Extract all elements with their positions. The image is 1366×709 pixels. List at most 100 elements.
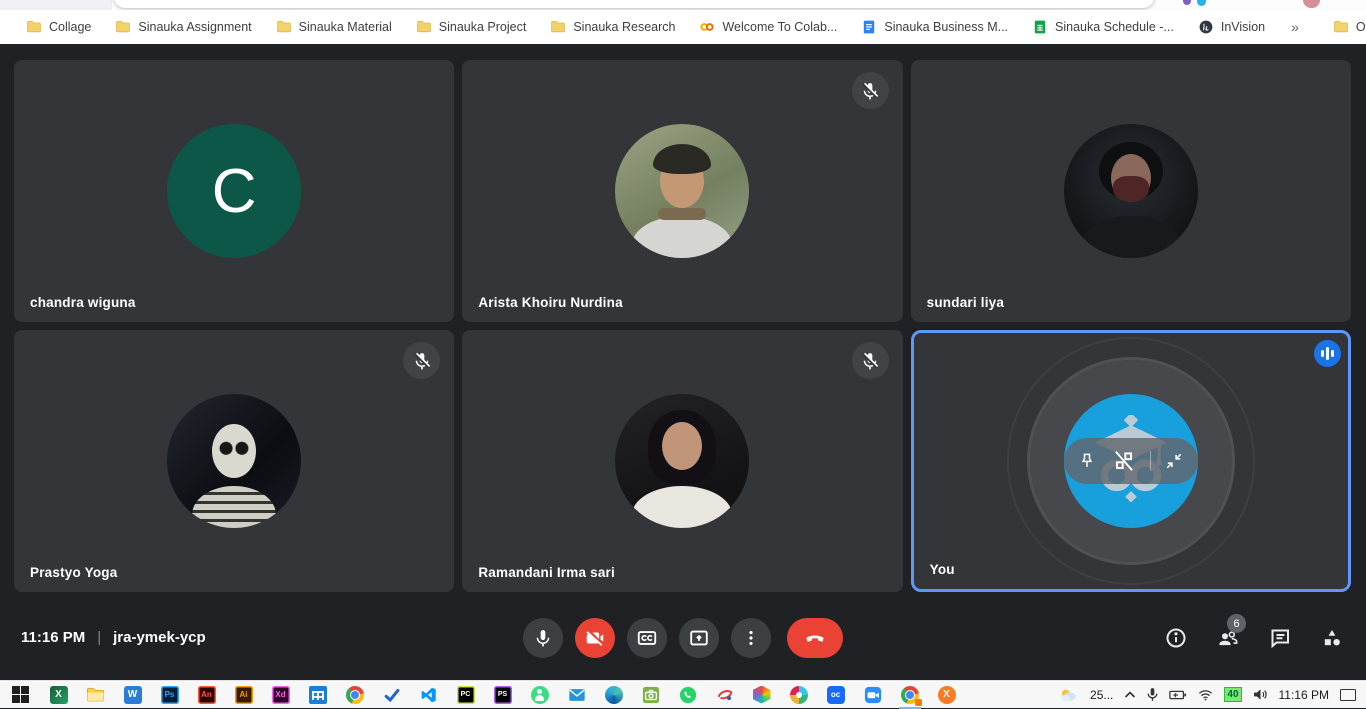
info-icon — [1164, 626, 1188, 650]
extension-icon[interactable] — [1183, 0, 1191, 5]
participant-tile-chandra[interactable]: C chandra wiguna — [14, 60, 454, 322]
taskbar-app-excel[interactable]: X — [40, 681, 77, 709]
leave-call-button[interactable] — [787, 618, 843, 658]
remove-from-grid-icon[interactable] — [1111, 448, 1137, 474]
taskbar-app-vscode[interactable] — [410, 681, 447, 709]
tray-volume-icon[interactable] — [1253, 688, 1268, 701]
taskbar-app-calendar[interactable] — [299, 681, 336, 709]
file-explorer-icon — [86, 685, 105, 704]
bookmarks-overflow-chevron[interactable]: » — [1277, 19, 1313, 35]
taskbar-app-video[interactable] — [854, 681, 891, 709]
tray-mic-icon[interactable] — [1147, 687, 1158, 702]
overlay-divider — [1150, 451, 1151, 471]
tray-chevron-up-icon[interactable] — [1124, 690, 1136, 700]
present-button[interactable] — [679, 618, 719, 658]
taskbar-app-mail[interactable] — [558, 681, 595, 709]
camera-off-button[interactable] — [575, 618, 615, 658]
taskbar-app-file-explorer[interactable] — [77, 681, 114, 709]
bookmark-sinauka-project[interactable]: Sinauka Project — [404, 14, 539, 40]
activities-button[interactable] — [1320, 626, 1344, 650]
more-options-button[interactable] — [731, 618, 771, 658]
extension-icon[interactable] — [1197, 0, 1206, 6]
bookmark-sinauka-material[interactable]: Sinauka Material — [264, 14, 404, 40]
taskbar-app-draw[interactable] — [706, 681, 743, 709]
taskbar-app-photoshop[interactable]: Ps — [151, 681, 188, 709]
chat-icon — [1268, 626, 1292, 650]
taskbar-app-android[interactable] — [521, 681, 558, 709]
participant-tile-ramandani[interactable]: Ramandani Irma sari — [462, 330, 902, 592]
windows-taskbar: X W Ps An Ai Xd PC PS — [0, 680, 1366, 708]
taskbar-app-todo[interactable] — [373, 681, 410, 709]
exit-fullscreen-icon[interactable] — [1164, 451, 1184, 471]
chrome-notification-badge — [915, 699, 922, 706]
address-bar[interactable] — [114, 0, 1154, 8]
other-bookmarks[interactable]: Other bookmarks — [1321, 14, 1366, 40]
taskbar-app-phpstorm[interactable]: PS — [484, 681, 521, 709]
avatar-wrap — [914, 333, 1348, 589]
tray-clock[interactable]: 11:16 PM — [1279, 688, 1329, 702]
battery-percent-badge[interactable]: 40 — [1224, 687, 1241, 702]
bookmark-sinauka-assignment[interactable]: Sinauka Assignment — [103, 14, 263, 40]
participant-tile-arista[interactable]: Arista Khoiru Nurdina — [462, 60, 902, 322]
audio-level-indicator — [1314, 340, 1341, 367]
folder-icon — [1333, 19, 1349, 35]
microphone-button[interactable] — [523, 618, 563, 658]
taskbar-app-chrome-active[interactable] — [891, 681, 928, 709]
google-docs-icon — [861, 19, 877, 35]
bookmark-sinauka-schedule[interactable]: Sinauka Schedule -... — [1020, 14, 1186, 40]
weather-icon[interactable] — [1059, 687, 1079, 703]
calendar-icon — [309, 686, 327, 704]
bookmark-label: Sinauka Schedule -... — [1055, 20, 1174, 34]
taskbar-app-whatsapp[interactable] — [669, 681, 706, 709]
taskbar-app-animate[interactable]: An — [188, 681, 225, 709]
avatar-photo — [615, 124, 749, 258]
bookmark-invision[interactable]: InVision — [1186, 14, 1277, 40]
xampp-icon: X — [938, 686, 956, 704]
taskbar-app-word[interactable]: W — [114, 681, 151, 709]
bookmark-collage[interactable]: Collage — [14, 14, 103, 40]
taskbar-app-xampp[interactable]: X — [928, 681, 965, 709]
taskbar-app-illustrator[interactable]: Ai — [225, 681, 262, 709]
meeting-details-button[interactable] — [1164, 626, 1188, 650]
taskbar-app-hexagon[interactable] — [743, 681, 780, 709]
participants-button[interactable]: 6 — [1216, 626, 1240, 650]
tile-hover-actions — [1064, 438, 1198, 484]
bookmark-sinauka-research[interactable]: Sinauka Research — [538, 14, 687, 40]
mic-off-icon — [860, 81, 880, 101]
taskbar-app-xd[interactable]: Xd — [262, 681, 299, 709]
chat-button[interactable] — [1268, 626, 1292, 650]
bookmark-label: Sinauka Business M... — [884, 20, 1008, 34]
mic-off-icon — [412, 351, 432, 371]
taskbar-app-camera[interactable] — [632, 681, 669, 709]
taskbar-app-edge[interactable] — [595, 681, 632, 709]
browser-toolbar-fragment — [0, 0, 1366, 10]
ocenaudio-icon: oc — [827, 686, 845, 704]
weather-temp[interactable]: 25... — [1090, 688, 1113, 702]
invision-icon — [1198, 19, 1214, 35]
meeting-side-icons: 6 — [1164, 626, 1344, 650]
whatsapp-icon — [679, 686, 697, 704]
bookmark-label: InVision — [1221, 20, 1265, 34]
browser-profile-avatar[interactable] — [1303, 0, 1320, 8]
taskbar-app-chrome[interactable] — [336, 681, 373, 709]
adobe-xd-icon: Xd — [272, 686, 290, 704]
participant-name: You — [930, 562, 955, 577]
bookmark-colab[interactable]: Welcome To Colab... — [687, 14, 849, 40]
mic-icon — [533, 628, 553, 648]
participant-tile-sundari[interactable]: sundari liya — [911, 60, 1351, 322]
taskbar-app-ocenaudio[interactable]: oc — [817, 681, 854, 709]
check-icon — [383, 686, 401, 704]
pin-icon[interactable] — [1077, 451, 1097, 471]
tray-wifi-icon[interactable] — [1198, 689, 1213, 701]
action-center-icon[interactable] — [1340, 689, 1356, 701]
participant-tile-prastyo[interactable]: Prastyo Yoga — [14, 330, 454, 592]
bookmark-sinauka-business[interactable]: Sinauka Business M... — [849, 14, 1020, 40]
vscode-icon — [420, 686, 438, 704]
captions-button[interactable] — [627, 618, 667, 658]
participant-tile-you[interactable]: You — [911, 330, 1351, 592]
taskbar-app-photos[interactable] — [780, 681, 817, 709]
tray-battery-icon[interactable] — [1169, 689, 1187, 701]
taskbar-app-pycharm[interactable]: PC — [447, 681, 484, 709]
muted-indicator — [852, 342, 889, 379]
start-button[interactable] — [0, 681, 40, 709]
